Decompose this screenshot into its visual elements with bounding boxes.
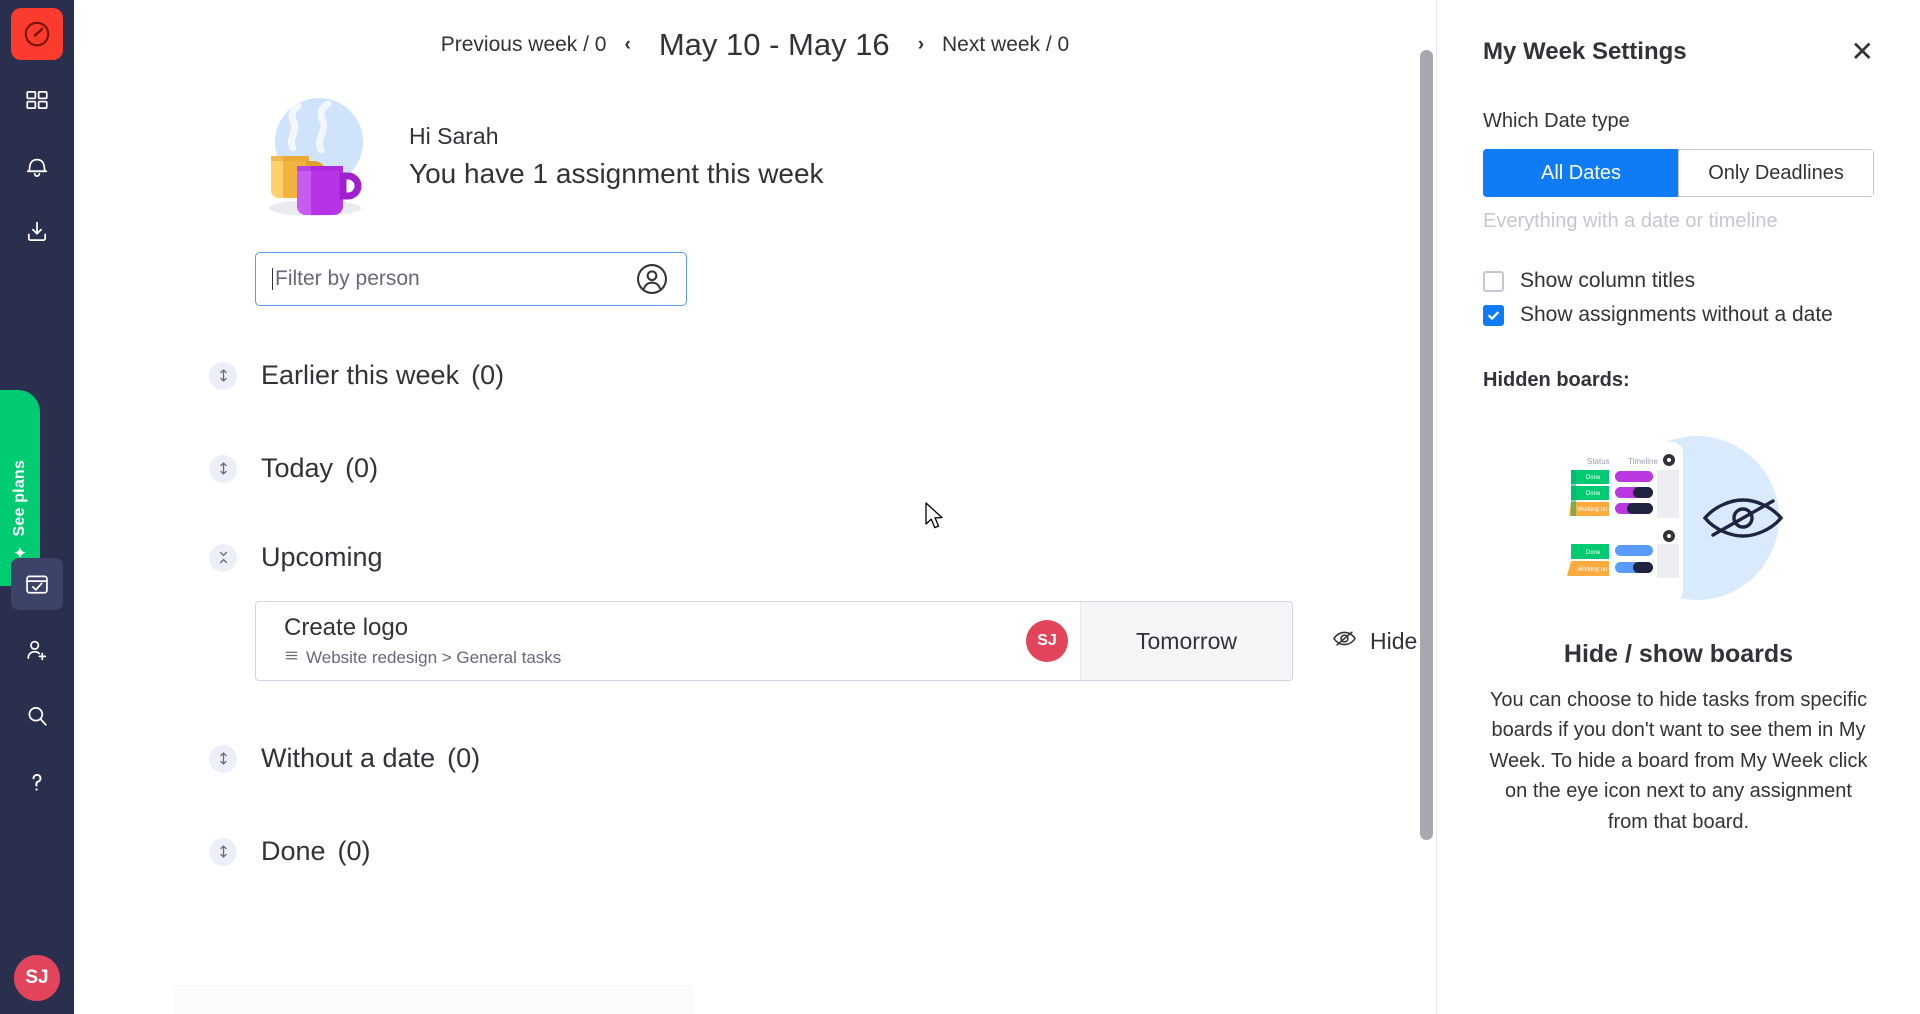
checkbox-box[interactable] [1483, 270, 1504, 292]
svg-text:Done: Done [1586, 475, 1601, 481]
date-type-segmented-control: All Dates Only Deadlines [1483, 149, 1874, 197]
sidebar-item-my-week[interactable] [11, 558, 63, 610]
section-title: Upcoming [261, 542, 383, 572]
section-title: Done [261, 836, 326, 866]
my-week-settings-panel: My Week Settings ✕ Which Date type All D… [1436, 0, 1920, 1014]
expand-collapse-icon[interactable] [209, 837, 237, 866]
checkbox-label: Show assignments without a date [1520, 303, 1833, 326]
see-plans-label: See plans [11, 460, 28, 537]
sidebar-item-invite-members[interactable] [11, 624, 63, 676]
text-caret [272, 268, 273, 290]
empty-state-body: You can choose to hide tasks from specif… [1489, 689, 1868, 833]
section-count: (0) [471, 360, 505, 390]
eye-slash-icon [1331, 625, 1358, 658]
next-week-button[interactable]: Next week / 0 [942, 33, 1069, 57]
week-range-title: May 10 - May 16 [658, 26, 890, 62]
panel-title: My Week Settings [1483, 38, 1687, 65]
svg-text:Done: Done [1586, 491, 1601, 497]
section-header-without-a-date[interactable]: Without a date (0) [209, 743, 1436, 774]
avatar[interactable]: SJ [11, 952, 63, 1004]
empty-state-title: Hide / show boards [1563, 640, 1794, 668]
section-title: Earlier this week [261, 360, 460, 390]
sidebar-item-inbox[interactable] [11, 206, 63, 258]
svg-text:Working on it: Working on it [1577, 567, 1612, 573]
week-navigation: Previous week / 0 ‹ May 10 - May 16 › Ne… [74, 0, 1436, 64]
greeting-subtitle: You have 1 assignment this week [409, 158, 824, 190]
chevron-right-icon[interactable]: › [918, 34, 924, 56]
section-header-upcoming[interactable]: Upcoming [209, 542, 1436, 573]
filter-by-person-input[interactable]: Filter by person [255, 252, 687, 306]
greeting-name: Hi Sarah [409, 122, 499, 149]
sidebar-item-notifications[interactable] [11, 140, 63, 192]
filter-placeholder: Filter by person [275, 267, 420, 290]
task-breadcrumb: Website redesign > General tasks [284, 648, 1026, 668]
expand-collapse-icon[interactable] [209, 454, 237, 483]
svg-text:Status: Status [1587, 457, 1610, 466]
partial-card-below-fold [174, 985, 694, 1014]
close-icon[interactable]: ✕ [1851, 38, 1874, 66]
my-week-page: ✦ See plans SJ Previous week / 0 ‹ May 1… [0, 0, 1920, 1014]
expand-collapse-icon[interactable] [209, 361, 237, 390]
previous-week-button[interactable]: Previous week / 0 [441, 33, 607, 57]
svg-text:Done: Done [1586, 550, 1601, 556]
date-type-option-all-dates[interactable]: All Dates [1483, 149, 1678, 197]
svg-text:Timeline: Timeline [1628, 457, 1658, 466]
task-breadcrumb-text: Website redesign > General tasks [306, 648, 562, 668]
main-scrollbar[interactable] [1420, 50, 1433, 840]
section-header-earlier-this-week[interactable]: Earlier this week (0) [209, 360, 1436, 391]
chevron-left-icon[interactable]: ‹ [624, 34, 630, 56]
panel-header: My Week Settings ✕ [1483, 0, 1874, 66]
checkbox-box[interactable] [1483, 304, 1504, 326]
section-count: (0) [337, 836, 371, 866]
section-title: Today [261, 453, 334, 483]
left-navigation-rail: ✦ See plans SJ [0, 0, 74, 1014]
sidebar-item-home-grid[interactable] [11, 74, 63, 126]
task-date-cell[interactable]: Tomorrow [1080, 602, 1292, 680]
board-eye-slash-illustration: Status Timeline Done Done Working on it [1529, 418, 1829, 618]
task-card-main[interactable]: Create logo Website redesign > General t… [256, 602, 1026, 680]
checkbox-show-column-titles[interactable]: Show column titles [1483, 269, 1874, 293]
hide-label: Hide [1370, 627, 1418, 654]
hide-board-button[interactable]: Hide [1331, 625, 1417, 658]
section-count: (0) [345, 453, 379, 483]
sidebar-item-help[interactable] [11, 756, 63, 808]
section-count: (0) [447, 743, 481, 773]
person-circle-icon[interactable] [634, 261, 670, 297]
task-row: Create logo Website redesign > General t… [255, 601, 1436, 681]
section-header-done[interactable]: Done (0) [209, 836, 1436, 867]
hidden-boards-label: Hidden boards: [1483, 369, 1630, 391]
task-assignee-avatar[interactable]: SJ [1026, 620, 1068, 662]
date-type-hint: Everything with a date or timeline [1483, 210, 1778, 232]
checkbox-label: Show column titles [1520, 269, 1696, 292]
date-type-option-only-deadlines[interactable]: Only Deadlines [1678, 149, 1874, 197]
monday-logo-icon[interactable] [11, 8, 63, 60]
task-card[interactable]: Create logo Website redesign > General t… [255, 601, 1293, 681]
greeting-block: Hi Sarah You have 1 assignment this week [249, 90, 1436, 222]
see-plans-button[interactable]: ✦ See plans [0, 390, 40, 586]
checkbox-show-assignments-without-a-date[interactable]: Show assignments without a date [1483, 303, 1874, 327]
expand-collapse-icon[interactable] [209, 744, 237, 773]
svg-text:Working on it: Working on it [1577, 507, 1612, 513]
section-header-today[interactable]: Today (0) [209, 453, 1436, 484]
collapse-icon[interactable] [209, 543, 237, 572]
main-content: Previous week / 0 ‹ May 10 - May 16 › Ne… [74, 0, 1436, 1014]
task-title: Create logo [284, 613, 409, 641]
date-type-label: Which Date type [1483, 110, 1630, 132]
coffee-mugs-illustration [249, 90, 381, 222]
sidebar-item-search[interactable] [11, 690, 63, 742]
menu-lines-icon [284, 648, 299, 668]
section-title: Without a date [261, 743, 436, 773]
